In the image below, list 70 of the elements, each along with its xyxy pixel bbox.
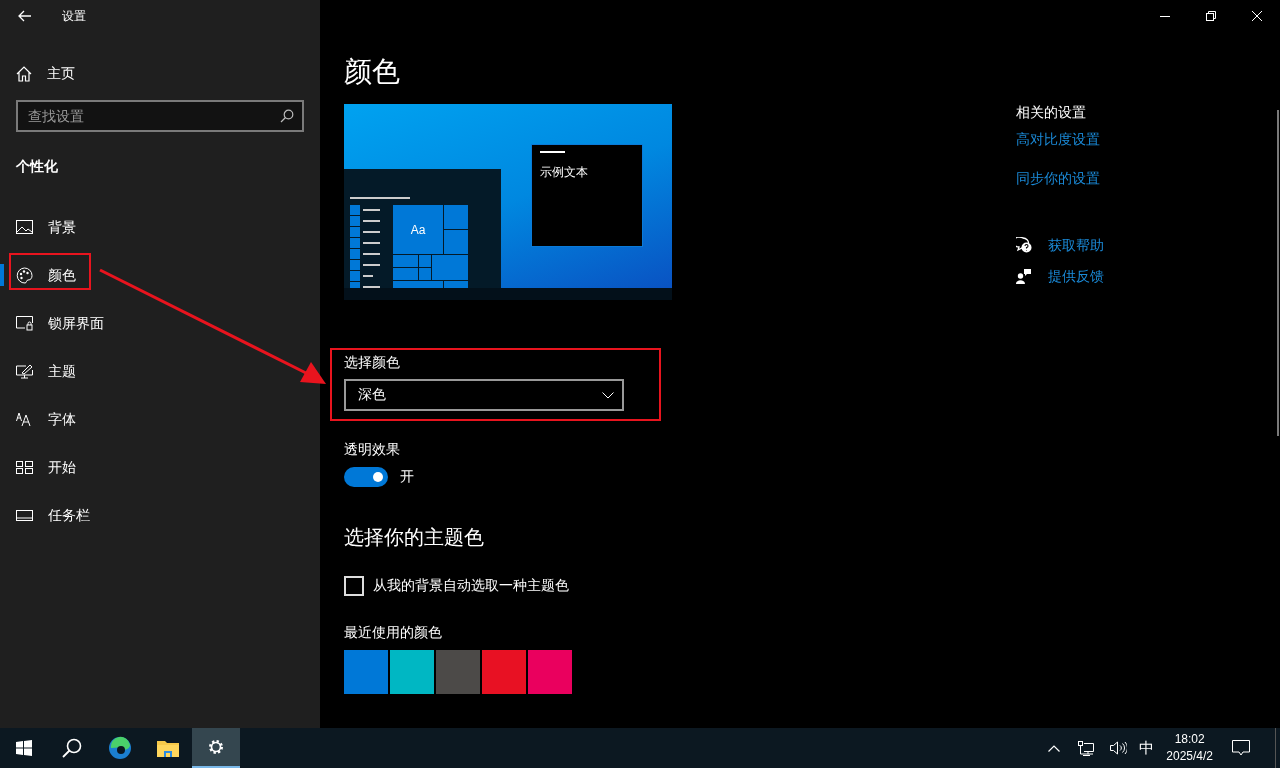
app-list-row: [350, 227, 380, 237]
section-heading: 相关的设置: [1016, 103, 1086, 122]
search-field[interactable]: 查找设置: [16, 100, 304, 132]
toggle-switch[interactable]: [344, 467, 388, 487]
app-list-row: [350, 260, 380, 270]
taskbar-app[interactable]: [192, 728, 240, 768]
sidebar-item[interactable]: 主题: [0, 347, 320, 395]
speech-bubble-icon: [1232, 740, 1250, 756]
close-icon: [1252, 11, 1262, 21]
color-swatch[interactable]: [528, 650, 572, 694]
app-list-row: [350, 238, 380, 248]
sample-text: 示例文本: [540, 164, 589, 181]
chevron-down-icon: [602, 391, 614, 399]
color-swatch[interactable]: [436, 650, 480, 694]
settings-link[interactable]: 高对比度设置: [1016, 129, 1100, 149]
app-list-row: [350, 216, 380, 226]
sidebar-item[interactable]: 字体: [0, 395, 320, 443]
color-swatch[interactable]: [344, 650, 388, 694]
taskbar-icon: [16, 509, 33, 521]
preview-tile: [444, 230, 468, 254]
clock-button[interactable]: 18:02 2025/4/2: [1158, 728, 1221, 768]
search-icon: [62, 738, 82, 758]
toggle-state: 开: [400, 468, 414, 486]
setting-label: 最近使用的颜色: [344, 623, 442, 642]
windows-logo-icon: [16, 740, 32, 756]
preview-tile: [444, 205, 468, 229]
checkbox[interactable]: [344, 576, 364, 596]
window-title: 设置: [62, 7, 86, 25]
font-icon: [16, 411, 33, 427]
app-list-row: [350, 205, 380, 215]
speaker-icon: [1109, 741, 1127, 755]
section-heading: 个性化: [16, 158, 58, 176]
sidebar-item[interactable]: 锁屏界面: [0, 299, 320, 347]
gear-icon: [207, 738, 225, 756]
brush-monitor-icon: [16, 363, 33, 379]
question-chat-icon: [1016, 237, 1032, 253]
settings-link[interactable]: 同步你的设置: [1016, 168, 1100, 188]
network-icon: [1078, 740, 1095, 756]
preview-tile: [393, 255, 418, 267]
input-method-button[interactable]: 中: [1134, 728, 1159, 768]
home-link[interactable]: 主页: [16, 65, 75, 83]
lock-screen-icon: [16, 315, 33, 331]
palette-icon: [16, 266, 33, 284]
page-title: 颜色: [344, 55, 400, 89]
tile-text: Aa: [393, 205, 443, 254]
field-label: 选择颜色: [344, 353, 400, 372]
search-icon: [280, 109, 294, 123]
home-icon: [16, 66, 32, 82]
color-swatch[interactable]: [482, 650, 526, 694]
minimize-icon: [1160, 15, 1170, 17]
color-swatch[interactable]: [390, 650, 434, 694]
chevron-up-icon: [1048, 744, 1061, 752]
sidebar-item[interactable]: 任务栏: [0, 491, 320, 539]
checkbox-label: 从我的背景自动选取一种主题色: [373, 577, 569, 595]
color-mode-dropdown[interactable]: 深色: [344, 379, 624, 411]
start-tiles-icon: [16, 460, 33, 474]
picture-icon: [16, 220, 33, 234]
app-list-row: [350, 249, 380, 259]
preview-tile: [419, 255, 431, 267]
person-feedback-icon: [1016, 268, 1032, 284]
help-link[interactable]: 提供反馈: [1016, 266, 1104, 286]
sidebar-item[interactable]: 背景: [0, 203, 320, 251]
help-link[interactable]: 获取帮助: [1016, 235, 1104, 255]
sidebar-item[interactable]: 开始: [0, 443, 320, 491]
folder-icon: [157, 739, 179, 757]
setting-label: 透明效果: [344, 440, 400, 459]
scrollbar[interactable]: [1277, 110, 1279, 436]
back-arrow-icon: [18, 10, 32, 22]
section-heading: 选择你的主题色: [344, 525, 484, 550]
restore-icon: [1206, 11, 1216, 21]
